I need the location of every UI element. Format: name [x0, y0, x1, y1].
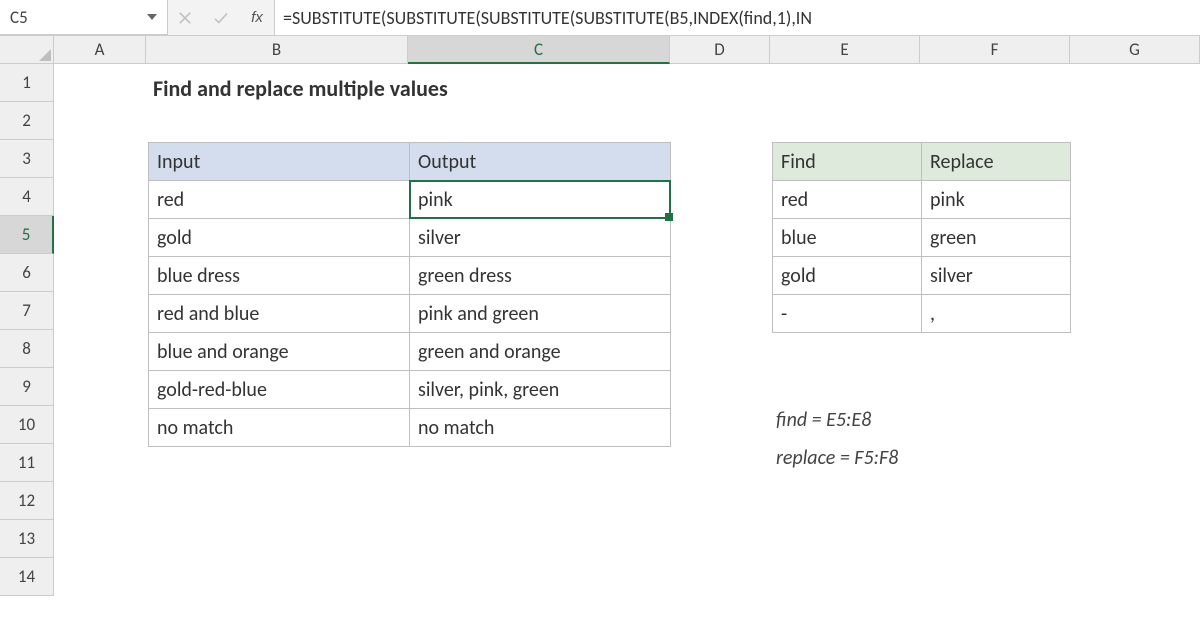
cell[interactable]: silver [922, 257, 1071, 295]
spreadsheet-grid[interactable]: ABCDEFG 1234567891011121314 [0, 36, 1200, 64]
row-header-1[interactable]: 1 [0, 64, 54, 102]
row-header-11[interactable]: 11 [0, 444, 54, 482]
enter-icon [210, 7, 232, 29]
cell[interactable]: blue [773, 219, 922, 257]
name-box[interactable]: C5 [0, 0, 168, 35]
input-output-table: Input Output redpinkgoldsilverblue dress… [148, 142, 671, 447]
row-header-6[interactable]: 6 [0, 254, 54, 292]
column-header-A[interactable]: A [54, 36, 146, 64]
formula-bar-buttons: fx [168, 0, 275, 35]
table-header-row: Input Output [149, 143, 671, 181]
row-header-13[interactable]: 13 [0, 520, 54, 558]
column-header-D[interactable]: D [670, 36, 770, 64]
column-header-F[interactable]: F [920, 36, 1070, 64]
header-output[interactable]: Output [410, 143, 671, 181]
column-header-G[interactable]: G [1070, 36, 1200, 64]
header-replace[interactable]: Replace [922, 143, 1071, 181]
cell[interactable]: no match [149, 409, 410, 447]
cell[interactable]: pink [922, 181, 1071, 219]
table-row: redpink [773, 181, 1071, 219]
table-row: bluegreen [773, 219, 1071, 257]
table-row: goldsilver [773, 257, 1071, 295]
cell[interactable]: - [773, 295, 922, 333]
note-find-range: find = E5:E8 [776, 408, 871, 432]
table-row: redpink [149, 181, 671, 219]
table-row: blue dressgreen dress [149, 257, 671, 295]
cell[interactable]: pink [410, 181, 671, 219]
column-header-C[interactable]: C [408, 36, 670, 64]
cell[interactable]: , [922, 295, 1071, 333]
note-replace-range: replace = F5:F8 [776, 446, 898, 470]
row-header-3[interactable]: 3 [0, 140, 54, 178]
cell[interactable]: green [922, 219, 1071, 257]
cell[interactable]: gold [773, 257, 922, 295]
row-header-9[interactable]: 9 [0, 368, 54, 406]
header-find[interactable]: Find [773, 143, 922, 181]
find-replace-table: Find Replace redpinkbluegreengoldsilver-… [772, 142, 1071, 333]
name-box-dropdown-icon[interactable] [147, 14, 157, 20]
cell[interactable]: blue and orange [149, 333, 410, 371]
sheet-title: Find and replace multiple values [153, 75, 448, 102]
formula-value: =SUBSTITUTE(SUBSTITUTE(SUBSTITUTE(SUBSTI… [283, 7, 812, 29]
cell[interactable]: red [149, 181, 410, 219]
cell[interactable]: red [773, 181, 922, 219]
cell[interactable]: green and orange [410, 333, 671, 371]
formula-bar: C5 fx =SUBSTITUTE(SUBSTITUTE(SUBSTITUTE(… [0, 0, 1200, 36]
row-header-5[interactable]: 5 [0, 216, 54, 254]
cancel-icon [174, 7, 196, 29]
cell[interactable]: green dress [410, 257, 671, 295]
fx-icon[interactable]: fx [246, 7, 268, 29]
table-header-row: Find Replace [773, 143, 1071, 181]
table-row: -, [773, 295, 1071, 333]
table-row: no matchno match [149, 409, 671, 447]
formula-input[interactable]: =SUBSTITUTE(SUBSTITUTE(SUBSTITUTE(SUBSTI… [275, 0, 1200, 35]
name-box-value: C5 [10, 7, 143, 28]
cell[interactable]: silver [410, 219, 671, 257]
row-header-4[interactable]: 4 [0, 178, 54, 216]
cell[interactable]: pink and green [410, 295, 671, 333]
row-header-12[interactable]: 12 [0, 482, 54, 520]
row-header-2[interactable]: 2 [0, 102, 54, 140]
cell[interactable]: gold [149, 219, 410, 257]
row-headers: 1234567891011121314 [0, 64, 54, 596]
table-row: gold-red-bluesilver, pink, green [149, 371, 671, 409]
cell[interactable]: red and blue [149, 295, 410, 333]
cell[interactable]: blue dress [149, 257, 410, 295]
row-header-8[interactable]: 8 [0, 330, 54, 368]
row-header-14[interactable]: 14 [0, 558, 54, 596]
table-row: red and bluepink and green [149, 295, 671, 333]
column-headers: ABCDEFG [54, 36, 1200, 64]
cell[interactable]: silver, pink, green [410, 371, 671, 409]
row-header-10[interactable]: 10 [0, 406, 54, 444]
table-row: blue and orangegreen and orange [149, 333, 671, 371]
column-header-E[interactable]: E [770, 36, 920, 64]
cell[interactable]: gold-red-blue [149, 371, 410, 409]
column-header-B[interactable]: B [146, 36, 408, 64]
row-header-7[interactable]: 7 [0, 292, 54, 330]
cell[interactable]: no match [410, 409, 671, 447]
header-input[interactable]: Input [149, 143, 410, 181]
table-row: goldsilver [149, 219, 671, 257]
select-all-corner[interactable] [0, 36, 54, 64]
